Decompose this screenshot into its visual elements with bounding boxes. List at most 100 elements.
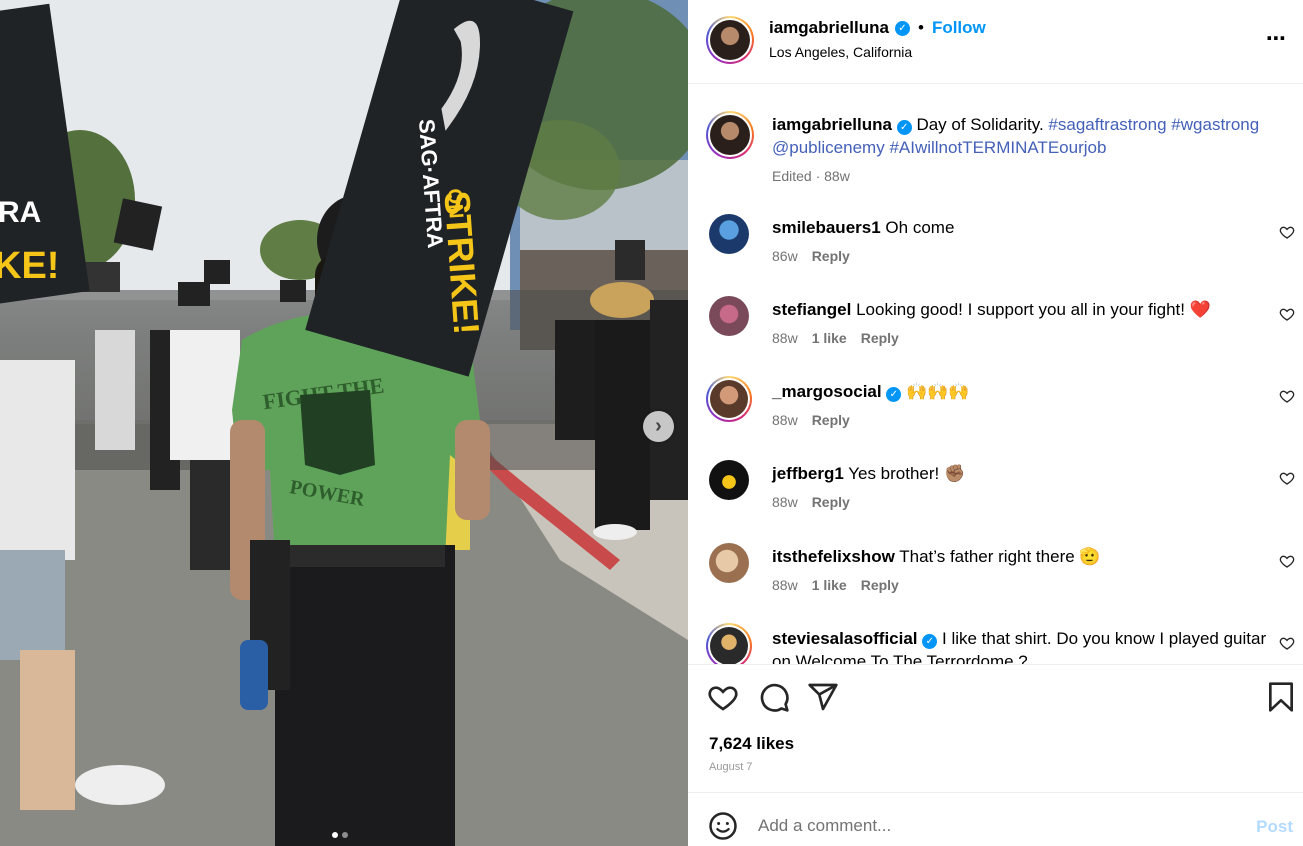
- comment-text-block: jeffberg1 Yes brother! ✊🏽: [772, 462, 1272, 485]
- caption-username[interactable]: iamgabrielluna: [772, 115, 892, 134]
- comment-meta: 88w Reply: [772, 494, 850, 510]
- next-photo-button[interactable]: ›: [643, 411, 674, 442]
- comment-username[interactable]: steviesalasofficial: [772, 629, 918, 648]
- heart-icon[interactable]: [1279, 224, 1295, 240]
- verified-badge-icon: ✓: [922, 634, 938, 649]
- comment-username[interactable]: smilebauers1: [772, 218, 881, 237]
- follow-button[interactable]: Follow: [932, 18, 986, 38]
- comment-text-block: itsthefelixshow That’s father right ther…: [772, 545, 1272, 568]
- carousel-dots: [332, 832, 348, 838]
- caption-avatar-image: [710, 115, 750, 155]
- heart-icon[interactable]: [1279, 635, 1295, 651]
- likes-count[interactable]: 7,624 likes: [709, 734, 794, 754]
- post-header-user: iamgabrielluna ✓ • Follow: [769, 18, 986, 38]
- comment-time: 88w: [772, 577, 798, 593]
- post-actions: 7,624 likes August 7: [688, 664, 1303, 792]
- caption-meta: Edited · 88w: [772, 168, 850, 184]
- commenter-avatar[interactable]: [709, 460, 749, 500]
- hashtag-link[interactable]: #AIwillnotTERMINATEourjob: [889, 138, 1106, 157]
- photo-illustration: RA KE! FIGHT THE POWER SAG·AFTRA ON STRI…: [0, 0, 688, 846]
- separator-dot: •: [917, 18, 924, 37]
- comment-time: 88w: [772, 330, 798, 346]
- comment-item: stefiangel Looking good! I support you a…: [688, 296, 1303, 366]
- comment-body: Looking good! I support you all in your …: [856, 300, 1211, 319]
- comment-body: Oh come: [885, 218, 955, 237]
- comment-time: 86w: [772, 248, 798, 264]
- caption-author-avatar[interactable]: [706, 111, 754, 159]
- author-avatar-image: [710, 20, 750, 60]
- heart-icon[interactable]: [1279, 553, 1295, 569]
- emoji-icon[interactable]: [708, 811, 738, 841]
- carousel-dot-1: [332, 832, 338, 838]
- comment-body: Yes brother! ✊🏽: [848, 464, 966, 483]
- comment-username[interactable]: itsthefelixshow: [772, 547, 895, 566]
- comment-username[interactable]: _margosocial: [772, 382, 882, 401]
- chevron-right-icon: ›: [655, 415, 662, 437]
- comment-body: 🙌🙌🙌: [906, 382, 970, 401]
- post-details-panel: iamgabrielluna ✓ • Follow Los Angeles, C…: [688, 0, 1303, 846]
- commenter-avatar-image: [710, 627, 748, 664]
- verified-badge-icon: ✓: [886, 387, 902, 402]
- caption-body: Day of Solidarity.: [916, 115, 1044, 134]
- author-avatar[interactable]: [706, 16, 754, 64]
- comment-icon[interactable]: [758, 681, 790, 713]
- commenter-avatar[interactable]: [706, 376, 752, 422]
- add-comment-bar: Post: [688, 792, 1303, 846]
- comment-meta: 88w 1 like Reply: [772, 577, 899, 593]
- share-icon[interactable]: [807, 681, 839, 713]
- comment-likes[interactable]: 1 like: [812, 330, 847, 346]
- comment-input[interactable]: [758, 807, 1218, 845]
- reply-button[interactable]: Reply: [861, 577, 899, 593]
- comment-time: 88w: [772, 412, 798, 428]
- comment-likes[interactable]: 1 like: [812, 577, 847, 593]
- post-photo[interactable]: RA KE! FIGHT THE POWER SAG·AFTRA ON STRI…: [0, 0, 688, 846]
- mention-link[interactable]: @publicenemy: [772, 138, 885, 157]
- commenter-avatar[interactable]: [709, 214, 749, 254]
- comment-item: jeffberg1 Yes brother! ✊🏽 88w Reply: [688, 460, 1303, 530]
- commenter-avatar[interactable]: [709, 296, 749, 336]
- comment-username[interactable]: jeffberg1: [772, 464, 844, 483]
- comment-item: steviesalasofficial ✓ I like that shirt.…: [688, 623, 1303, 664]
- comment-item: smilebauers1 Oh come 86w Reply: [688, 214, 1303, 284]
- comment-item: _margosocial ✓ 🙌🙌🙌 88w Reply: [688, 376, 1303, 448]
- comment-text-block: stefiangel Looking good! I support you a…: [772, 298, 1272, 321]
- verified-badge-icon: ✓: [896, 120, 912, 135]
- comment-time: 88w: [772, 494, 798, 510]
- more-options-icon[interactable]: ⋯: [1266, 26, 1287, 51]
- comment-username[interactable]: stefiangel: [772, 300, 851, 319]
- post-header: iamgabrielluna ✓ • Follow Los Angeles, C…: [688, 0, 1303, 84]
- comment-meta: 86w Reply: [772, 248, 850, 264]
- comments-scroll-area[interactable]: iamgabrielluna ✓ Day of Solidarity. #sag…: [688, 84, 1303, 664]
- commenter-avatar[interactable]: [709, 543, 749, 583]
- verified-badge-icon: ✓: [894, 20, 910, 36]
- comment-meta: 88w Reply: [772, 412, 850, 428]
- reply-button[interactable]: Reply: [861, 330, 899, 346]
- heart-icon[interactable]: [1279, 470, 1295, 486]
- instagram-post-view: RA KE! FIGHT THE POWER SAG·AFTRA ON STRI…: [0, 0, 1303, 846]
- comment-meta: 88w 1 like Reply: [772, 330, 899, 346]
- author-username[interactable]: iamgabrielluna: [769, 18, 889, 38]
- hashtag-link[interactable]: #sagaftrastrong: [1048, 115, 1166, 134]
- comment-text-block: smilebauers1 Oh come: [772, 216, 1272, 239]
- heart-icon[interactable]: [1279, 306, 1295, 322]
- comment-body: That’s father right there 🫡: [899, 547, 1101, 566]
- commenter-avatar[interactable]: [706, 623, 752, 664]
- post-location[interactable]: Los Angeles, California: [769, 44, 912, 60]
- comment-item: itsthefelixshow That’s father right ther…: [688, 543, 1303, 613]
- post-comment-button[interactable]: Post: [1256, 817, 1293, 837]
- reply-button[interactable]: Reply: [812, 248, 850, 264]
- left-sign-strike: KE!: [0, 245, 59, 287]
- comment-text-block: steviesalasofficial ✓ I like that shirt.…: [772, 627, 1272, 664]
- reply-button[interactable]: Reply: [812, 412, 850, 428]
- caption-text-block: iamgabrielluna ✓ Day of Solidarity. #sag…: [772, 113, 1282, 159]
- bookmark-icon[interactable]: [1265, 681, 1297, 713]
- commenter-avatar-image: [710, 380, 748, 418]
- reply-button[interactable]: Reply: [812, 494, 850, 510]
- left-sign-text: RA: [0, 196, 41, 229]
- heart-icon[interactable]: [1279, 388, 1295, 404]
- heart-icon[interactable]: [707, 681, 739, 713]
- carousel-dot-2: [342, 832, 348, 838]
- post-date: August 7: [709, 761, 753, 773]
- hashtag-link[interactable]: #wgastrong: [1171, 115, 1259, 134]
- comment-text-block: _margosocial ✓ 🙌🙌🙌: [772, 380, 1272, 403]
